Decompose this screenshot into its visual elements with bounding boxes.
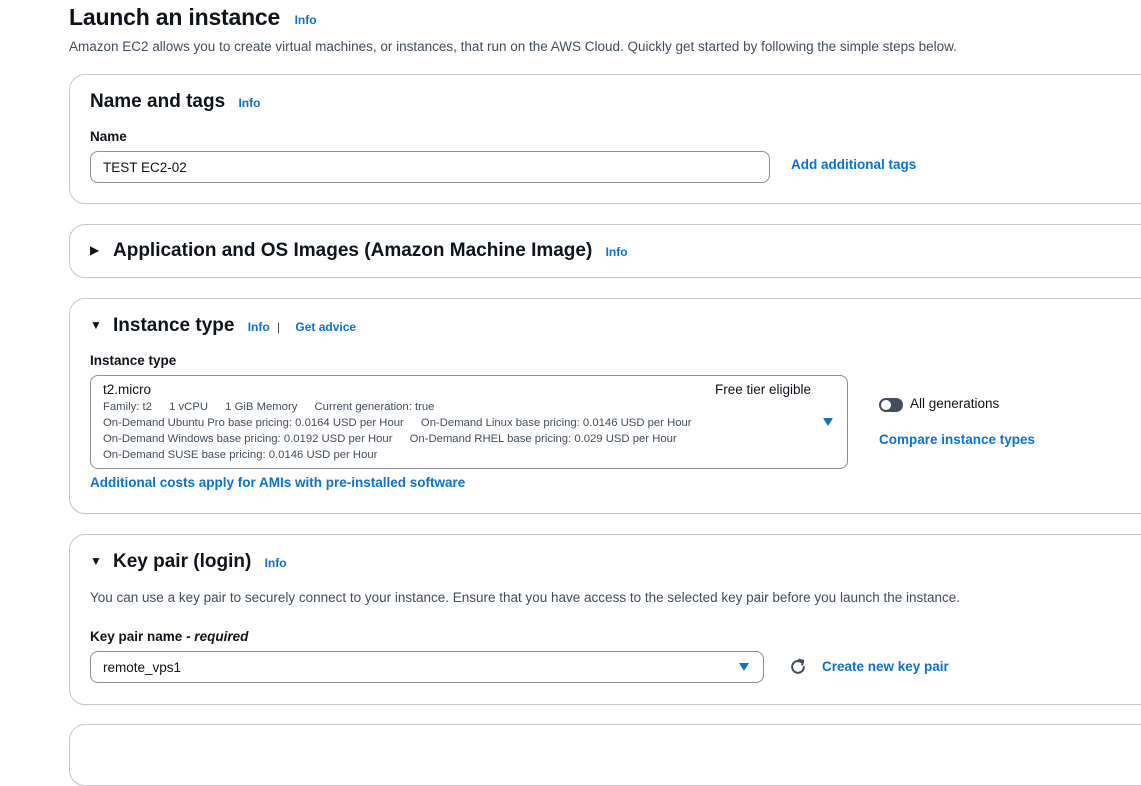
dropdown-caret-icon [823,418,833,426]
key-pair-panel: ▼ Key pair (login) Info You can use a key… [69,534,1141,705]
instance-pricing-row-3: On-Demand SUSE base pricing: 0.0146 USD … [103,449,391,461]
name-field-label: Name [90,129,127,144]
ami-heading: Application and OS Images (Amazon Machin… [113,240,593,261]
name-input[interactable]: TEST EC2-02 [90,151,770,183]
name-and-tags-heading: Name and tags [90,91,226,112]
instance-type-panel: ▼ Instance type Info | Get advice Instanc… [69,298,1141,514]
key-pair-heading: Key pair (login) [113,551,252,572]
compare-instance-types-link[interactable]: Compare instance types [879,432,1035,447]
key-pair-description: You can use a key pair to securely conne… [90,590,961,605]
key-pair-info-link[interactable]: Info [265,556,287,570]
key-pair-label-text: Key pair name [90,629,183,644]
instance-vcpu: 1 vCPU [169,401,209,413]
ami-info-link[interactable]: Info [606,245,628,259]
suse-pricing: On-Demand SUSE base pricing: 0.0146 USD … [103,449,378,461]
page-title: Launch an instance [69,4,281,30]
page-header: Launch an instance Info [69,4,317,31]
link-separator: | [277,320,281,334]
instance-type-select[interactable]: t2.micro Free tier eligible Family: t2 1… [90,375,848,469]
page-description: Amazon EC2 allows you to create virtual … [69,39,957,54]
instance-pricing-row-2: On-Demand Windows base pricing: 0.0192 U… [103,433,691,445]
caret-down-icon: ▼ [90,554,102,568]
linux-pricing: On-Demand Linux base pricing: 0.0146 USD… [420,417,692,429]
all-generations-label: All generations [910,396,1000,411]
name-and-tags-info-link[interactable]: Info [238,96,260,110]
key-pair-selected-value: remote_vps1 [103,659,182,675]
toggle-knob [881,400,891,410]
instance-memory: 1 GiB Memory [225,401,298,413]
name-and-tags-panel: Name and tags Info Name TEST EC2-02 Add … [69,74,1141,204]
refresh-icon[interactable] [789,658,807,676]
dropdown-caret-icon [739,663,749,671]
next-panel [69,724,1141,786]
instance-type-heading: Instance type [113,315,235,336]
name-input-value: TEST EC2-02 [103,159,187,175]
instance-type-field-label: Instance type [90,353,177,368]
create-new-key-pair-link[interactable]: Create new key pair [822,659,949,674]
windows-pricing: On-Demand Windows base pricing: 0.0192 U… [103,433,393,445]
header-info-link[interactable]: Info [295,13,317,27]
instance-current-generation: Current generation: true [314,401,435,413]
key-pair-required-text: - required [186,629,249,644]
get-advice-link[interactable]: Get advice [295,320,356,334]
add-additional-tags-link[interactable]: Add additional tags [791,157,916,172]
ami-panel-header[interactable]: ▶ Application and OS Images (Amazon Machi… [90,240,628,262]
caret-right-icon: ▶ [90,243,100,257]
key-pair-panel-header[interactable]: ▼ Key pair (login) Info [90,551,287,573]
key-pair-select[interactable]: remote_vps1 [90,651,764,683]
additional-costs-link[interactable]: Additional costs apply for AMIs with pre… [90,475,465,490]
ami-panel: ▶ Application and OS Images (Amazon Machi… [69,224,1141,278]
name-and-tags-title: Name and tags Info [90,91,260,113]
instance-pricing-row-1: On-Demand Ubuntu Pro base pricing: 0.016… [103,417,706,429]
instance-family: Family: t2 [103,401,152,413]
instance-type-specs: Family: t2 1 vCPU 1 GiB Memory Current g… [103,401,448,413]
instance-type-name: t2.micro [103,382,152,397]
rhel-pricing: On-Demand RHEL base pricing: 0.029 USD p… [409,433,677,445]
all-generations-toggle[interactable] [879,398,903,412]
key-pair-name-label: Key pair name - required [90,629,248,644]
instance-type-info-link[interactable]: Info [248,320,270,334]
free-tier-badge: Free tier eligible [714,382,811,397]
ubuntu-pricing: On-Demand Ubuntu Pro base pricing: 0.016… [103,417,404,429]
caret-down-icon: ▼ [90,318,102,332]
instance-type-panel-header[interactable]: ▼ Instance type Info | Get advice [90,315,356,337]
